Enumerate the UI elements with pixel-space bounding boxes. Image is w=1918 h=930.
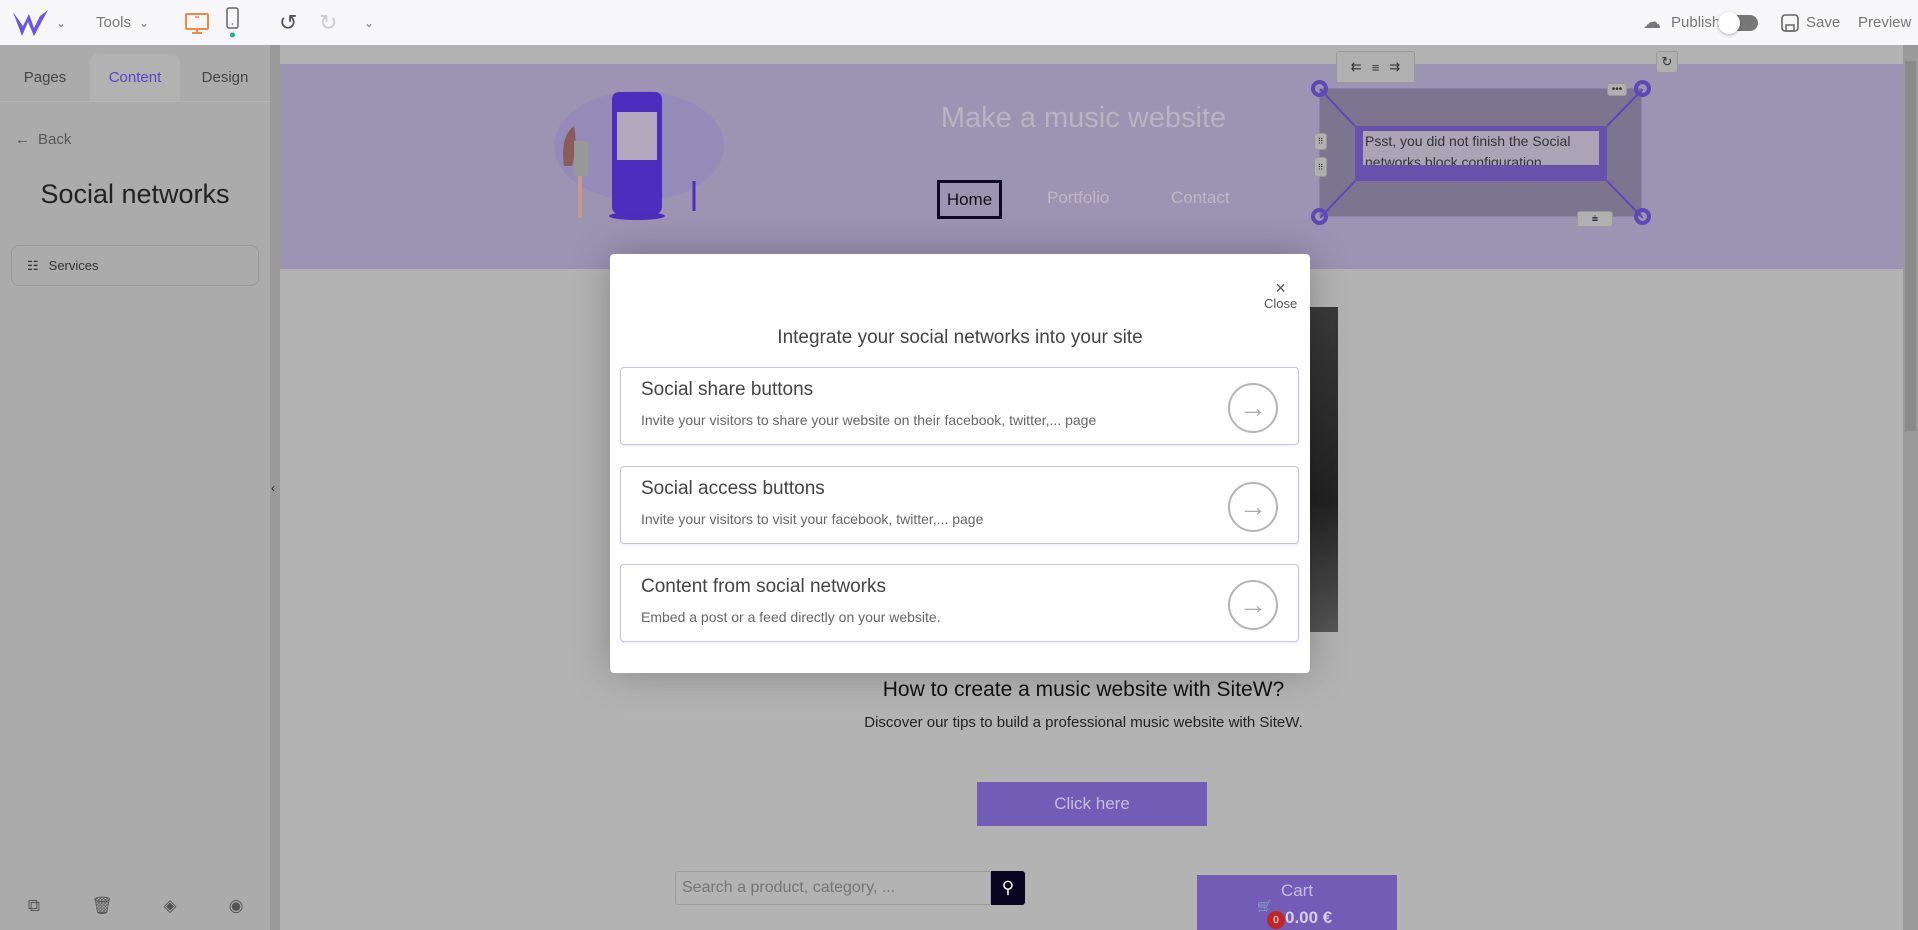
click-here-button[interactable]: Click here <box>977 782 1207 826</box>
save-button[interactable]: Save <box>1806 0 1840 45</box>
move-down-handle-icon[interactable]: ⠿ <box>1314 157 1327 177</box>
top-toolbar: ⌄ Tools ⌄ ↺ ↻ ⌄ ☁ Publish Save Preview <box>0 0 1918 45</box>
history-chevron-icon[interactable]: ⌄ <box>364 0 374 45</box>
option-title: Content from social networks <box>641 576 886 597</box>
tab-pages[interactable]: Pages <box>0 54 90 101</box>
eye-icon[interactable]: ◉ <box>225 895 247 917</box>
logo-menu-chevron-icon[interactable]: ⌄ <box>56 0 66 45</box>
product-search-input[interactable] <box>675 871 991 905</box>
cart-count-badge: 0 <box>1267 911 1285 929</box>
cart-total: 0.00 € <box>1285 908 1333 927</box>
insert-below-icon[interactable]: ⩧ <box>1577 211 1613 227</box>
sliders-icon: ☷ <box>27 257 39 273</box>
resize-handle-bottom-right[interactable] <box>1634 208 1651 225</box>
modal-title: Integrate your social networks into your… <box>777 327 1143 348</box>
trash-icon[interactable]: 🗑 <box>91 895 113 917</box>
redo-icon[interactable]: ↻ <box>319 0 337 45</box>
nav-contact[interactable]: Contact <box>1171 188 1230 208</box>
option-title: Social share buttons <box>641 379 814 400</box>
align-toolbar: ⇇ ≡ ⇉ <box>1336 51 1415 83</box>
search-button[interactable]: ⚲ <box>991 871 1025 905</box>
back-button[interactable]: ← Back <box>15 131 71 148</box>
arrow-left-icon: ← <box>15 131 30 148</box>
align-right-icon[interactable]: ⇉ <box>1389 59 1400 75</box>
cart-icon: 🛒 <box>1257 899 1272 913</box>
tab-design[interactable]: Design <box>180 54 270 101</box>
undo-icon[interactable]: ↺ <box>279 0 297 45</box>
align-center-icon[interactable]: ≡ <box>1372 60 1380 75</box>
arrow-right-icon[interactable]: → <box>1228 482 1278 532</box>
arrow-right-icon[interactable]: → <box>1228 383 1278 433</box>
more-options-icon[interactable]: ••• <box>1607 83 1627 96</box>
concert-image <box>1310 307 1338 632</box>
collapse-chevron-icon[interactable]: ‹ <box>271 481 275 495</box>
cart-label: Cart <box>1280 881 1314 900</box>
section-heading: How to create a music website with SiteW… <box>882 678 1285 701</box>
resize-handle-top-right[interactable] <box>1634 80 1651 97</box>
layers-icon[interactable]: ◈ <box>159 895 181 917</box>
site-title: Make a music website <box>940 102 1227 134</box>
desktop-icon <box>185 12 209 34</box>
duplicate-icon[interactable]: ⧉ <box>23 895 45 917</box>
option-description: Invite your visitors to share your websi… <box>641 412 1097 428</box>
chevron-down-icon: ⌄ <box>139 15 150 30</box>
nav-home[interactable]: Home <box>937 180 1002 219</box>
sidebar: Pages Content Design ← Back Social networ… <box>0 45 270 930</box>
services-label: Services <box>48 258 99 273</box>
nav-portfolio[interactable]: Portfolio <box>1047 188 1109 208</box>
tools-label: Tools <box>96 14 132 31</box>
back-label: Back <box>38 131 72 148</box>
tab-content[interactable]: Content <box>90 54 180 101</box>
publish-label[interactable]: Publish <box>1671 0 1720 45</box>
social-networks-modal: × Close Integrate your social networks i… <box>610 254 1310 673</box>
option-title: Social access buttons <box>641 478 825 499</box>
arrow-right-icon[interactable]: → <box>1228 580 1278 630</box>
section-subheading: Discover our tips to build a professiona… <box>864 714 1303 731</box>
social-networks-block[interactable]: Psst, you did not finish the Social netw… <box>1319 88 1643 218</box>
mobile-view-button[interactable] <box>225 0 241 45</box>
close-icon: × <box>1275 278 1286 298</box>
option-content-from-social-networks[interactable]: Content from social networks Embed a pos… <box>620 564 1299 642</box>
panel-title: Social networks <box>40 179 230 209</box>
cloud-upload-icon: ☁ <box>1643 12 1661 32</box>
option-description: Embed a post or a feed directly on your … <box>641 609 941 625</box>
align-left-icon[interactable]: ⇇ <box>1351 59 1362 75</box>
site-header: Make a music website Home Portfolio Cont… <box>280 64 1903 269</box>
sitew-logo[interactable] <box>12 0 50 45</box>
drag-handle-icon[interactable]: ⠿ <box>1314 133 1327 150</box>
desktop-view-button[interactable] <box>184 0 210 45</box>
tools-menu[interactable]: Tools ⌄ <box>96 0 149 45</box>
option-social-share-buttons[interactable]: Social share buttons Invite your visitor… <box>620 367 1299 445</box>
sidebar-resize-handle[interactable]: ‹ <box>270 45 280 930</box>
search-icon: ⚲ <box>1001 878 1015 897</box>
social-block-warning-text: Psst, you did not finish the Social netw… <box>1363 131 1599 165</box>
save-icon[interactable] <box>1780 0 1800 45</box>
rotate-reset-icon[interactable]: ↻ <box>1656 51 1678 73</box>
cart-widget[interactable]: Cart 🛒 0 0.00 € <box>1197 875 1397 930</box>
option-description: Invite your visitors to visit your faceb… <box>641 511 984 527</box>
option-social-access-buttons[interactable]: Social access buttons Invite your visito… <box>620 466 1299 544</box>
preview-button[interactable]: Preview <box>1858 0 1911 45</box>
resize-handle-bottom-left[interactable] <box>1311 208 1328 225</box>
close-button[interactable]: × Close <box>1264 278 1298 311</box>
services-button[interactable]: ☷ Services <box>11 245 259 286</box>
resize-handle-top-left[interactable] <box>1311 80 1328 97</box>
mobile-icon <box>226 6 239 37</box>
canvas-scrollbar[interactable] <box>1903 45 1918 930</box>
close-label: Close <box>1264 296 1298 311</box>
publish-toggle[interactable] <box>1718 0 1758 45</box>
